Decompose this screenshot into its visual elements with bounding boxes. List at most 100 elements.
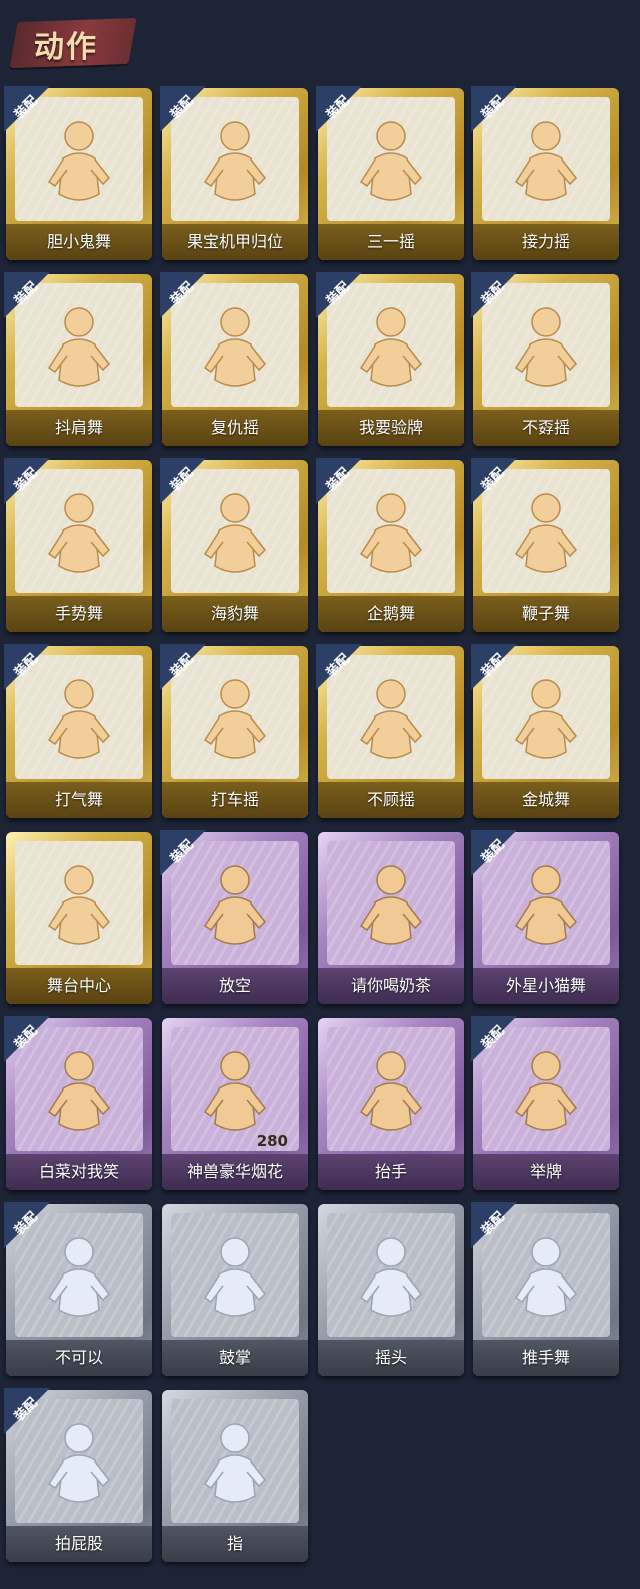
card-label: 舞台中心 [46, 976, 111, 995]
card-label: 接力摇 [521, 232, 570, 251]
emote-card[interactable]: 打气舞 装配 [4, 644, 152, 818]
emote-card[interactable]: 打车摇 装配 [160, 644, 308, 818]
item-count: 280 [256, 1132, 288, 1150]
card-label: 我要验牌 [358, 418, 423, 437]
emote-card[interactable]: 手势舞 装配 [4, 458, 152, 632]
emote-card[interactable]: 抬手 [318, 1018, 464, 1190]
emote-card[interactable]: 280 神兽豪华烟花 [162, 1018, 308, 1190]
card-label: 手势舞 [54, 604, 103, 623]
emote-card[interactable]: 白菜对我笑 装配 [4, 1016, 152, 1190]
dancer-heart-icon [41, 114, 117, 214]
card-label: 三一摇 [366, 232, 415, 251]
emote-card[interactable]: 外星小猫舞 装配 [471, 830, 619, 1004]
figure-sign-icon [508, 1044, 584, 1144]
card-label: 鞭子舞 [521, 604, 570, 623]
figure-raise-hand-icon [353, 1044, 429, 1144]
card-label: 摇头 [374, 1348, 407, 1367]
card-label: 打气舞 [54, 790, 103, 809]
clap-icon [197, 1230, 273, 1330]
emote-card[interactable]: 海豹舞 装配 [160, 458, 308, 632]
emote-card[interactable]: 我要验牌 装配 [316, 272, 464, 446]
emote-card[interactable]: 放空 装配 [160, 830, 308, 1004]
emote-card[interactable]: 金城舞 装配 [471, 644, 619, 818]
emote-card[interactable]: 果宝机甲归位 装配 [160, 86, 308, 260]
card-label: 放空 [218, 976, 251, 995]
point-icon [197, 1416, 273, 1516]
dancer-music-icon [197, 114, 273, 214]
card-label: 不可以 [54, 1348, 103, 1367]
card-frame: 请你喝奶茶 [318, 832, 464, 1004]
section-header: 动作 [0, 0, 640, 84]
emote-card[interactable]: 抖肩舞 装配 [4, 272, 152, 446]
emote-card[interactable]: 舞台中心 [6, 832, 152, 1004]
emote-card[interactable]: 推手舞 装配 [471, 1202, 619, 1376]
emote-card[interactable]: 企鹅舞 装配 [316, 458, 464, 632]
dancer-star-icon [41, 300, 117, 400]
emote-card[interactable]: 不顾摇 装配 [316, 644, 464, 818]
card-label: 海豹舞 [210, 604, 259, 623]
emote-card[interactable]: 请你喝奶茶 [318, 832, 464, 1004]
emote-card[interactable]: 接力摇 装配 [471, 86, 619, 260]
card-label: 不顾摇 [366, 790, 415, 809]
card-frame: 280 神兽豪华烟花 [162, 1018, 308, 1190]
page-title: 动作 [34, 30, 98, 65]
card-label: 举牌 [529, 1162, 562, 1181]
dancer-music-icon [41, 486, 117, 586]
dancer-music-icon [197, 486, 273, 586]
emote-card[interactable]: 鼓掌 [162, 1204, 308, 1376]
card-label: 果宝机甲归位 [186, 232, 283, 251]
dancer-arm-up-icon [508, 300, 584, 400]
card-label: 打车摇 [210, 790, 259, 809]
card-frame: 摇头 [318, 1204, 464, 1376]
emote-card[interactable]: 胆小鬼舞 装配 [4, 86, 152, 260]
card-frame: 抬手 [318, 1018, 464, 1190]
emote-card[interactable]: 指 [162, 1390, 308, 1562]
emote-card[interactable]: 不可以 装配 [4, 1202, 152, 1376]
emote-card[interactable]: 举牌 装配 [471, 1016, 619, 1190]
dancer-card-icon [353, 300, 429, 400]
card-label: 胆小鬼舞 [46, 232, 111, 251]
emote-card[interactable]: 摇头 [318, 1204, 464, 1376]
head-shake-icon [353, 1230, 429, 1330]
dancer-music-icon [508, 114, 584, 214]
dancer-music-icon [41, 672, 117, 772]
dancer-heart-icon [508, 486, 584, 586]
card-label: 抬手 [374, 1162, 407, 1181]
dancer-music-icon [197, 672, 273, 772]
hooded-figure-icon [197, 858, 273, 958]
dancer-point-icon [353, 672, 429, 772]
dancer-icon [41, 1044, 117, 1144]
card-label: 不孬摇 [521, 418, 570, 437]
card-label: 鼓掌 [218, 1348, 251, 1367]
fireworks-icon [197, 1044, 273, 1144]
dancer-icon [353, 114, 429, 214]
card-frame: 舞台中心 [6, 832, 152, 1004]
emote-card[interactable]: 拍屁股 装配 [4, 1388, 152, 1562]
emote-card[interactable]: 不孬摇 装配 [471, 272, 619, 446]
card-frame: 鼓掌 [162, 1204, 308, 1376]
card-label: 拍屁股 [54, 1534, 103, 1553]
dancer-icon [41, 858, 117, 958]
card-label: 请你喝奶茶 [350, 976, 431, 995]
figure-icon [41, 1416, 117, 1516]
card-label: 抖肩舞 [54, 418, 103, 437]
card-label: 指 [226, 1534, 243, 1553]
dancer-icon [508, 858, 584, 958]
emote-card[interactable]: 三一摇 装配 [316, 86, 464, 260]
card-label: 推手舞 [521, 1348, 570, 1367]
push-hands-icon [508, 1230, 584, 1330]
emote-card[interactable]: 复仇摇 装配 [160, 272, 308, 446]
card-frame: 指 [162, 1390, 308, 1562]
card-label: 金城舞 [521, 790, 570, 809]
dancer-point-up-icon [197, 300, 273, 400]
emote-card[interactable]: 鞭子舞 装配 [471, 458, 619, 632]
dancer-icon [353, 486, 429, 586]
card-label: 外星小猫舞 [505, 976, 586, 995]
figure-sign-icon [353, 858, 429, 958]
dancer-music-icon [508, 672, 584, 772]
card-label: 白菜对我笑 [38, 1162, 119, 1181]
card-label: 复仇摇 [210, 418, 259, 437]
card-label: 神兽豪华烟花 [186, 1162, 283, 1181]
finger-wag-icon [41, 1230, 117, 1330]
card-label: 企鹅舞 [366, 604, 415, 623]
